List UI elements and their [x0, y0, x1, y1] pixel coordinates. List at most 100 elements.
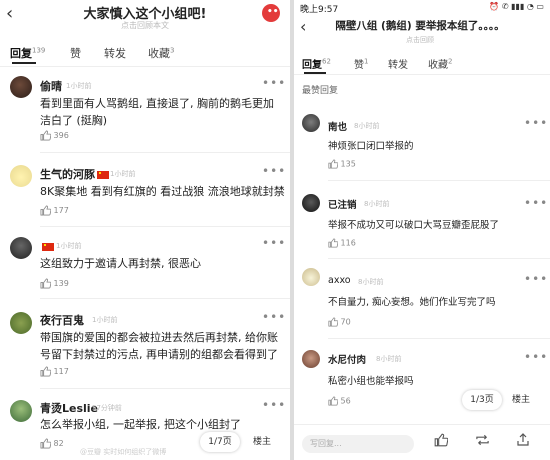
thumb-up-icon	[40, 438, 51, 449]
tab-replies-count: 139	[32, 46, 46, 55]
divider	[328, 338, 550, 339]
divider	[40, 298, 290, 299]
like-count: 56	[340, 396, 351, 406]
tab-favorites-count: 3	[170, 46, 175, 55]
avatar[interactable]	[10, 165, 32, 187]
avatar[interactable]	[10, 400, 32, 422]
page-selector[interactable]: 1/7页	[200, 432, 240, 452]
username[interactable]: 水尼付肉	[328, 352, 366, 366]
share-icon[interactable]	[516, 433, 530, 447]
thumb-up-icon	[40, 130, 51, 141]
tab-replies[interactable]: 回复62	[302, 56, 331, 71]
like-button[interactable]: 117	[40, 366, 69, 377]
op-only-button[interactable]: 楼主	[244, 432, 280, 452]
tab-favorites[interactable]: 收藏2	[428, 56, 452, 71]
comment-text: 私密小组也能举报吗	[328, 376, 414, 387]
like-button[interactable]: 56	[328, 396, 351, 406]
tab-likes-count: 1	[364, 57, 369, 66]
avatar[interactable]	[302, 194, 320, 212]
tab-replies[interactable]: 回复139	[10, 45, 45, 61]
username[interactable]: 偷晴	[40, 78, 62, 94]
like-button[interactable]: 135	[328, 159, 356, 169]
timestamp: 1小时前	[110, 170, 136, 178]
like-button[interactable]: 177	[40, 205, 69, 216]
avatar[interactable]	[10, 237, 32, 259]
back-button[interactable]: ‹	[6, 4, 13, 24]
timestamp: 8小时前	[376, 355, 402, 363]
more-options-icon[interactable]: •••	[262, 164, 286, 178]
more-options-icon[interactable]: •••	[524, 350, 548, 364]
right-screenshot: 晚上9:57 ⏰ ✆ ▮▮▮ ◔ ▭ ‹ 隔壁八组 (鹅组) 要举报本组了。。。…	[294, 0, 550, 460]
more-options-icon[interactable]: •••	[524, 196, 548, 210]
username[interactable]: 生气的河豚	[40, 166, 109, 182]
reply-placeholder: 写回复...	[310, 439, 342, 448]
thumb-up-icon	[328, 396, 338, 406]
tab-favorites[interactable]: 收藏3	[148, 45, 174, 61]
like-count: 139	[53, 279, 69, 288]
username[interactable]	[40, 240, 54, 253]
china-flag-icon	[42, 243, 54, 251]
divider	[328, 258, 550, 259]
like-count: 117	[53, 367, 69, 376]
repost-icon[interactable]	[475, 433, 490, 447]
comment-text: 怎么举报小组, 一起举报, 把这个小组封了	[40, 418, 241, 431]
tab-likes-label: 赞	[354, 60, 364, 71]
tab-reposts[interactable]: 转发	[104, 45, 126, 61]
avatar[interactable]	[302, 268, 320, 286]
page-subtitle[interactable]: 点击回顾本文	[40, 20, 250, 31]
divider	[40, 226, 290, 227]
like-button[interactable]: 70	[328, 317, 351, 327]
thumb-up-icon	[328, 317, 338, 327]
more-options-icon[interactable]: •••	[262, 310, 286, 324]
tab-replies-label: 回复	[10, 47, 32, 60]
status-icons: ⏰ ✆ ▮▮▮ ◔ ▭	[489, 2, 544, 11]
more-options-icon[interactable]: •••	[524, 116, 548, 130]
username[interactable]: 青烫Leslie	[40, 400, 98, 416]
tab-reposts-label: 转发	[104, 47, 126, 60]
avatar[interactable]	[302, 350, 320, 368]
like-button[interactable]: 396	[40, 130, 69, 141]
page-title: 隔壁八组 (鹅组) 要举报本组了。。。。	[335, 20, 505, 32]
page-selector[interactable]: 1/3页	[462, 390, 502, 410]
op-only-button[interactable]: 楼主	[504, 390, 538, 410]
avatar[interactable]	[10, 76, 32, 98]
avatar[interactable]	[302, 114, 320, 132]
divider	[328, 180, 550, 181]
tab-likes[interactable]: 赞	[70, 45, 81, 61]
like-count: 70	[340, 317, 351, 327]
username[interactable]: axxo	[328, 275, 351, 286]
timestamp: 57分钟前	[92, 404, 122, 412]
reply-input[interactable]: 写回复...	[302, 435, 414, 453]
left-screenshot: ‹ 大家慎入这个小组吧! 点击回顾本文 ••• 回复139 赞 转发 收藏3 偷…	[0, 0, 290, 460]
more-options-icon[interactable]: •••	[524, 272, 548, 286]
comment-text: 8K聚集地 看到有红旗的 看过战狼 流浪地球就封禁	[40, 185, 285, 198]
like-button[interactable]: 116	[328, 238, 356, 248]
username[interactable]: 已注销	[328, 197, 357, 211]
more-options-icon[interactable]: •••	[262, 398, 286, 412]
thumb-up-icon	[40, 205, 51, 216]
tab-bar: 回复139 赞 转发 收藏3	[0, 40, 290, 66]
divider	[0, 66, 290, 67]
timestamp: 8小时前	[354, 122, 380, 130]
tab-favorites-label: 收藏	[428, 60, 448, 71]
like-button[interactable]: 139	[40, 278, 69, 289]
page-subtitle[interactable]: 点击回顾	[320, 35, 520, 45]
like-icon[interactable]	[434, 433, 448, 447]
comment-text: 这组致力于邀请人再封禁, 很恶心	[40, 257, 201, 270]
status-time: 晚上9:57	[300, 5, 339, 15]
username-text: 生气的河豚	[40, 168, 95, 181]
username[interactable]: 南也	[328, 119, 347, 133]
more-options-icon[interactable]: •••	[262, 236, 286, 250]
comment-text: 神烦张口闭口举报的	[328, 141, 414, 152]
tab-replies-label: 回复	[302, 60, 322, 71]
top-bar: ‹ 大家慎入这个小组吧! 点击回顾本文 •••	[0, 0, 290, 38]
back-button[interactable]: ‹	[300, 17, 306, 36]
username[interactable]: 夜行百鬼	[40, 312, 84, 328]
tab-likes[interactable]: 赞1	[354, 56, 368, 71]
like-button[interactable]: 82	[40, 438, 64, 449]
tab-reposts[interactable]: 转发	[388, 56, 408, 71]
more-options-icon[interactable]: •••	[262, 76, 286, 90]
like-count: 396	[53, 131, 69, 140]
comment-text: 看到里面有人骂鹅组, 直接退了, 胸前的鹅毛更加洁白了 (挺胸)	[40, 97, 274, 127]
avatar[interactable]	[10, 312, 32, 334]
